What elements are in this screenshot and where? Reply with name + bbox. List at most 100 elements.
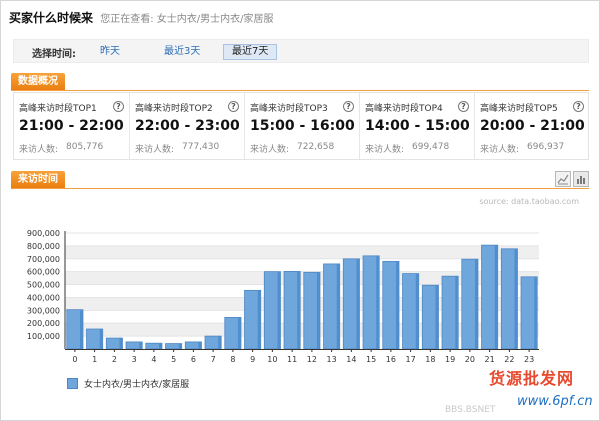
bar-shade (376, 256, 379, 349)
x-tick-label: 22 (504, 355, 514, 364)
x-tick-label: 12 (307, 355, 317, 364)
x-tick-label: 19 (445, 355, 455, 364)
x-tick-label: 18 (425, 355, 435, 364)
visit-time-bar-chart: 100,000 200,000 300,000 400,000 500,000 600,0… (27, 229, 539, 364)
page-header: 买家什么时候来 您正在查看: 女士内衣/男士内衣/家居服 (9, 7, 274, 29)
x-tick-label: 8 (230, 355, 235, 364)
bar-shade (356, 259, 359, 349)
visitors-label: 来访人数: (250, 145, 290, 155)
visitors-label: 来访人数: (19, 145, 59, 155)
section-divider (11, 90, 589, 91)
page-title: 买家什么时候来 (9, 11, 94, 25)
x-tick-label: 3 (132, 355, 137, 364)
stat-card-top2: 高峰来访时段TOP2 ? 22:00 - 23:00 来访人数: 777,430 (129, 93, 245, 159)
bar-shade (455, 276, 458, 349)
x-tick-label: 10 (267, 355, 277, 364)
visitors-value: 722,658 (297, 142, 335, 152)
visitors-label: 来访人数: (480, 145, 520, 155)
bar-shade (99, 329, 103, 349)
section-divider (11, 188, 589, 189)
watermark-text: 货源批发网 (489, 369, 575, 388)
bar-shade (395, 261, 399, 349)
bar-shade (474, 259, 478, 349)
bar-shade (415, 274, 419, 349)
x-tick-label: 20 (465, 355, 475, 364)
bar-shade (435, 285, 438, 349)
stat-time-range: 22:00 - 23:00 (135, 118, 240, 134)
stat-label: 高峰来访时段TOP5 (480, 104, 558, 114)
help-icon[interactable]: ? (343, 101, 354, 112)
stat-card-top5: 高峰来访时段TOP5 ? 20:00 - 21:00 来访人数: 696,937 (474, 93, 590, 159)
bar-shade (534, 277, 537, 349)
page-frame: 买家什么时候来 您正在查看: 女士内衣/男士内衣/家居服 选择时间: 昨天 最近… (0, 0, 600, 421)
bar-shade (316, 272, 320, 349)
x-tick-label: 5 (171, 355, 176, 364)
data-source-note: source: data.taobao.com (479, 197, 579, 206)
range-option-7-days[interactable]: 最近7天 (223, 44, 278, 60)
y-tick-label: 400,000 (27, 293, 60, 302)
range-option-yesterday[interactable]: 昨天 (92, 44, 128, 60)
y-tick-label: 200,000 (27, 319, 60, 328)
x-tick-label: 6 (191, 355, 196, 364)
x-tick-label: 0 (72, 355, 77, 364)
visit-time-section-tab: 来访时间 (11, 171, 65, 189)
bar-shade (178, 344, 182, 349)
stat-card-top1: 高峰来访时段TOP1 ? 21:00 - 22:00 来访人数: 805,776 (14, 93, 130, 159)
stat-time-range: 15:00 - 16:00 (250, 118, 355, 134)
x-tick-label: 17 (406, 355, 416, 364)
legend-swatch (67, 378, 78, 389)
x-tick-label: 1 (92, 355, 97, 364)
help-icon[interactable]: ? (228, 101, 239, 112)
bar-shade (158, 343, 162, 349)
watermark-url: www.6pf.cn (517, 394, 593, 409)
bar-shade (514, 249, 517, 349)
stat-label: 高峰来访时段TOP4 (365, 104, 443, 114)
stat-time-range: 14:00 - 15:00 (365, 118, 470, 134)
stat-time-range: 20:00 - 21:00 (480, 118, 585, 134)
area-chart-view-icon[interactable] (555, 171, 571, 187)
y-tick-label: 500,000 (27, 281, 60, 290)
help-icon[interactable]: ? (458, 101, 469, 112)
bar-shade (79, 310, 83, 349)
bar-chart-view-icon[interactable] (573, 171, 589, 187)
chart-legend: 女士内衣/男士内衣/家居服 (67, 378, 189, 392)
x-tick-label: 11 (287, 355, 297, 364)
bar-shade (139, 342, 142, 349)
stat-label: 高峰来访时段TOP2 (135, 104, 213, 114)
visitors-value: 699,478 (412, 142, 450, 152)
x-tick-label: 2 (112, 355, 117, 364)
bar-shade (257, 290, 261, 349)
x-tick-label: 23 (524, 355, 534, 364)
help-icon[interactable]: ? (113, 101, 124, 112)
watermark-faint: BBS.BSNET (445, 405, 496, 415)
y-tick-label: 100,000 (27, 332, 60, 341)
grid-band (65, 245, 539, 259)
visitors-value: 696,937 (527, 142, 565, 152)
y-tick-label: 300,000 (27, 306, 60, 315)
visitors-label: 来访人数: (365, 145, 405, 155)
help-icon[interactable]: ? (573, 101, 584, 112)
time-range-label: 选择时间: (32, 49, 76, 60)
x-tick-label: 9 (250, 355, 255, 364)
bar-shade (119, 338, 122, 349)
visitors-value: 777,430 (182, 142, 220, 152)
y-tick-label: 800,000 (27, 242, 60, 251)
x-tick-label: 4 (151, 355, 156, 364)
overview-section-tab: 数据概况 (11, 73, 65, 91)
bar-shade (277, 272, 280, 349)
visitors-value: 805,776 (66, 142, 104, 152)
range-option-3-days[interactable]: 最近3天 (156, 44, 208, 60)
bar-shade (198, 342, 201, 349)
bar-shade (218, 336, 221, 349)
x-tick-label: 15 (366, 355, 376, 364)
time-range-selector: 选择时间: 昨天 最近3天 最近7天 (13, 39, 589, 63)
bar-shade (297, 271, 300, 349)
legend-series-name: 女士内衣/男士内衣/家居服 (84, 380, 190, 390)
bar-shade (494, 245, 498, 349)
stat-card-top4: 高峰来访时段TOP4 ? 14:00 - 15:00 来访人数: 699,478 (359, 93, 475, 159)
x-tick-label: 7 (211, 355, 216, 364)
x-tick-label: 16 (386, 355, 396, 364)
stat-time-range: 21:00 - 22:00 (19, 118, 124, 134)
stat-card-top3: 高峰来访时段TOP3 ? 15:00 - 16:00 来访人数: 722,658 (244, 93, 360, 159)
x-tick-label: 13 (327, 355, 337, 364)
